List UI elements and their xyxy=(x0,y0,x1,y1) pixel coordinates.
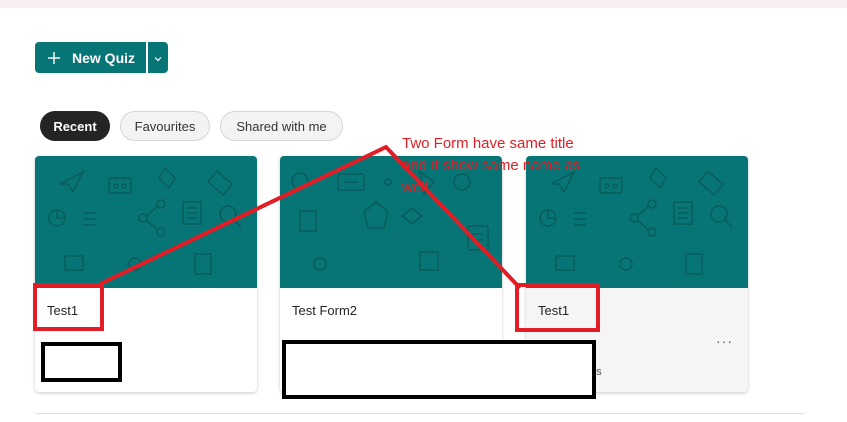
filter-favourites-pill[interactable]: Favourites xyxy=(120,111,210,141)
card-title: Test1 xyxy=(538,303,570,318)
filter-shared-pill[interactable]: Shared with me xyxy=(220,111,343,141)
new-quiz-button[interactable]: New Quiz xyxy=(35,42,146,73)
bottom-divider xyxy=(35,413,805,414)
new-quiz-split-button: New Quiz xyxy=(35,42,168,73)
filter-recent-pill[interactable]: Recent xyxy=(40,111,110,141)
redaction-box xyxy=(282,340,596,399)
banner-pattern-icons xyxy=(48,166,242,275)
plus-icon xyxy=(47,51,61,65)
card-title: Test Form2 xyxy=(292,303,358,318)
new-quiz-label: New Quiz xyxy=(72,49,136,66)
more-options-button[interactable]: ··· xyxy=(716,333,733,349)
card-title: Test1 xyxy=(47,303,79,318)
card-banner xyxy=(35,156,257,288)
annotation-text: Two Form have same title and it show sam… xyxy=(402,135,581,196)
new-quiz-dropdown-button[interactable] xyxy=(148,42,168,73)
top-strip xyxy=(0,0,847,8)
chevron-down-icon xyxy=(154,49,162,67)
filter-pills: Recent Favourites Shared with me xyxy=(40,111,353,141)
redaction-box xyxy=(41,342,122,382)
